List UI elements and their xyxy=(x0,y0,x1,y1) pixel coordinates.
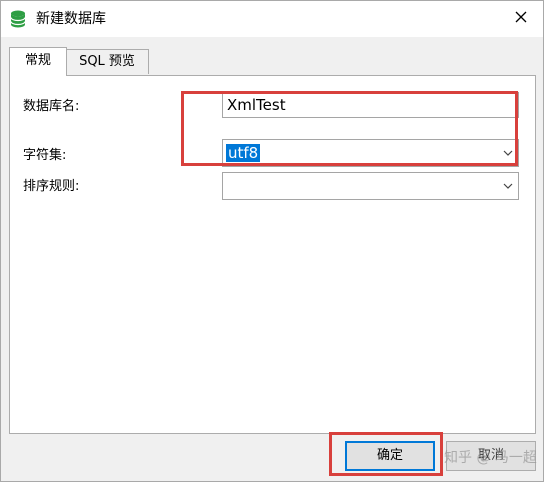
db-name-value: XmlTest xyxy=(227,96,286,114)
close-icon xyxy=(515,11,527,27)
db-name-label: 数据库名: xyxy=(23,99,80,114)
collation-select[interactable] xyxy=(222,172,519,200)
chevron-down-icon xyxy=(502,180,514,192)
db-name-input[interactable]: XmlTest xyxy=(222,92,519,118)
title-bar: 新建数据库 xyxy=(1,1,543,37)
charset-value: utf8 xyxy=(226,144,261,162)
cancel-button[interactable]: 取消 xyxy=(446,441,536,471)
collation-label: 排序规则: xyxy=(23,179,80,194)
tab-general[interactable]: 常规 xyxy=(9,47,67,76)
dialog-title: 新建数据库 xyxy=(36,11,106,27)
tab-sql-preview[interactable]: SQL 预览 xyxy=(65,49,149,74)
database-icon xyxy=(10,10,26,28)
charset-select[interactable]: utf8 xyxy=(222,139,519,167)
close-button[interactable] xyxy=(499,1,543,37)
ok-button[interactable]: 确定 xyxy=(345,441,435,471)
chevron-down-icon xyxy=(502,147,514,159)
charset-label: 字符集: xyxy=(23,148,67,163)
new-database-dialog: 新建数据库 常规 SQL 预览 数据库名: XmlTest 字符集: utf8 xyxy=(0,0,544,482)
general-panel: 数据库名: XmlTest 字符集: utf8 排序规则: xyxy=(9,75,536,434)
